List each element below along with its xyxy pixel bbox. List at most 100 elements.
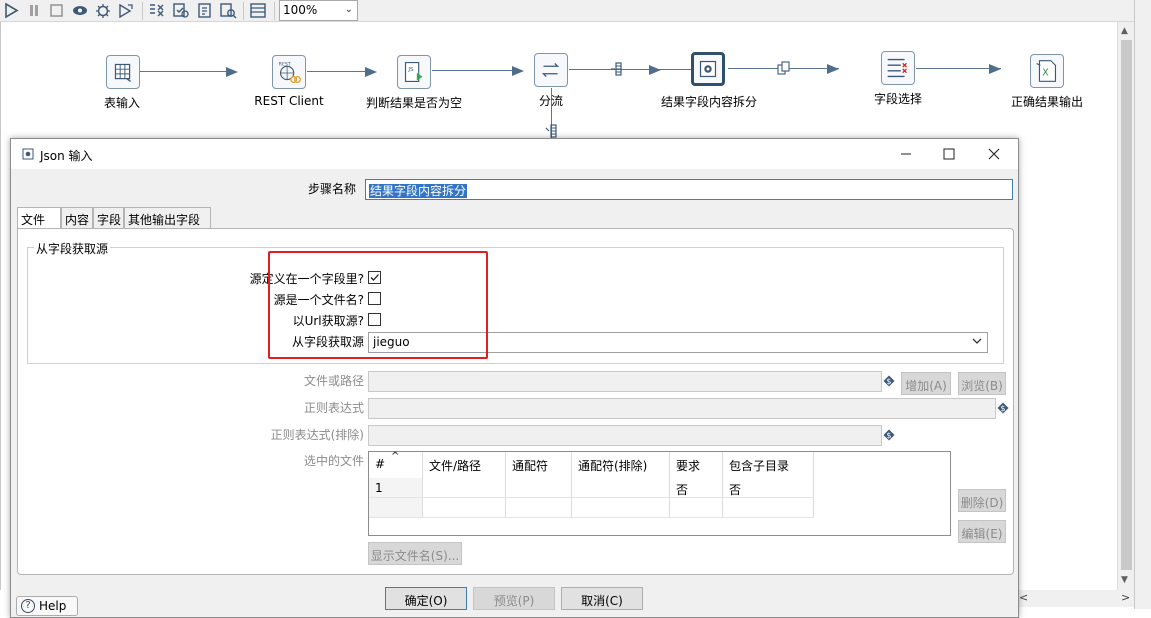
dialog-titlebar[interactable]: Json 输入: [11, 139, 1018, 169]
help-icon: ?: [21, 599, 35, 613]
run-icon[interactable]: [2, 2, 20, 19]
svg-text:$: $: [1000, 404, 1005, 413]
edit-button[interactable]: 编辑(E): [958, 520, 1006, 543]
canvas-vertical-scrollbar[interactable]: ▲ ▼: [1117, 22, 1134, 590]
debug-icon[interactable]: [94, 2, 112, 19]
json-input-dialog: Json 输入 步骤名称 结果字段内容拆分 文件 内容 字段 其他输出字段 从字…: [10, 138, 1019, 618]
step-javascript[interactable]: JS: [397, 55, 431, 89]
close-icon[interactable]: [984, 145, 1004, 163]
scroll-up-icon[interactable]: ▲: [1121, 26, 1128, 36]
browse-button[interactable]: 浏览(B): [958, 372, 1006, 395]
zoom-value: 100%: [283, 3, 318, 17]
preview-button[interactable]: 预览(P): [473, 587, 555, 610]
column-header-include-subfolders[interactable]: 包含子目录: [723, 452, 814, 478]
selected-files-table[interactable]: # ^ 文件/路径 通配符 通配符(排除) 要求 包含子目录 1 否 否: [368, 451, 951, 536]
column-header-wildcard-exclude[interactable]: 通配符(排除): [572, 452, 670, 478]
table-cell[interactable]: [572, 478, 670, 498]
maximize-icon[interactable]: [939, 145, 959, 163]
tab-fields[interactable]: 字段: [93, 207, 124, 228]
sql-icon[interactable]: [196, 2, 214, 19]
hop-arrow-icon: [989, 64, 1001, 74]
table-cell[interactable]: [423, 478, 506, 498]
table-cell[interactable]: 否: [723, 478, 814, 498]
svg-text:$: $: [886, 377, 891, 386]
column-header-file-path[interactable]: 文件/路径: [423, 452, 506, 478]
ok-button[interactable]: 确定(O): [385, 587, 467, 610]
column-header-required[interactable]: 要求: [670, 452, 723, 478]
cancel-button[interactable]: 取消(C): [561, 587, 643, 610]
zoom-select[interactable]: 100% ⌄: [279, 0, 358, 21]
verify-icon[interactable]: [148, 2, 166, 19]
table-cell[interactable]: [506, 478, 572, 498]
column-header-wildcard[interactable]: 通配符: [506, 452, 572, 478]
canvas-horizontal-scrollbar[interactable]: < >: [1017, 590, 1134, 607]
scroll-left-icon[interactable]: <: [1019, 591, 1028, 604]
step-label: 表输入: [103, 96, 141, 110]
show-filenames-button[interactable]: 显示文件名(S)...: [368, 542, 462, 565]
hop-line[interactable]: [140, 71, 228, 72]
variable-icon[interactable]: $: [883, 429, 895, 441]
help-label: Help: [39, 599, 67, 613]
add-button[interactable]: 增加(A): [901, 372, 951, 395]
step-rest-client[interactable]: REST: [272, 55, 306, 89]
delete-button[interactable]: 删除(D): [958, 489, 1006, 512]
regex-exclude-input[interactable]: [368, 425, 882, 446]
tab-additional-output-fields[interactable]: 其他输出字段: [124, 207, 211, 228]
sort-ascending-icon: ^: [391, 451, 400, 462]
table-header[interactable]: # ^: [369, 451, 423, 478]
regex-exclude-label: 正则表达式(排除): [270, 428, 364, 442]
scroll-down-icon[interactable]: ▼: [1121, 575, 1128, 585]
explore-db-icon[interactable]: [219, 2, 237, 19]
tab-file[interactable]: 文件: [17, 207, 61, 229]
step-switch[interactable]: [534, 53, 568, 87]
stop-icon[interactable]: [48, 2, 66, 19]
table-cell[interactable]: [369, 498, 423, 518]
distribute-rows-icon: [777, 61, 791, 75]
table-input-icon: [114, 63, 131, 82]
table-cell[interactable]: 否: [670, 478, 723, 498]
step-label: 结果字段内容拆分: [660, 95, 758, 109]
analyze-impact-icon[interactable]: [172, 2, 190, 19]
pause-icon[interactable]: [25, 2, 43, 19]
hop-line[interactable]: [569, 69, 691, 70]
step-json-input[interactable]: [691, 52, 725, 86]
variable-icon[interactable]: $: [883, 375, 895, 387]
hop-line[interactable]: [307, 71, 367, 72]
json-input-icon: [699, 60, 717, 78]
svg-text:X: X: [1042, 68, 1049, 79]
preview-icon[interactable]: [71, 2, 89, 19]
file-path-label: 文件或路径: [303, 374, 364, 388]
table-cell[interactable]: [506, 498, 572, 518]
excel-output-icon: X: [1036, 60, 1057, 82]
regex-input[interactable]: [368, 398, 996, 419]
minimize-icon[interactable]: [896, 145, 916, 163]
step-label: REST Client: [254, 94, 324, 108]
scrollbar-thumb[interactable]: [1121, 40, 1132, 570]
scroll-right-icon[interactable]: >: [1121, 591, 1130, 604]
hop-line[interactable]: [432, 70, 514, 71]
step-excel-output[interactable]: X: [1030, 54, 1064, 88]
step-name-value: 结果字段内容拆分: [369, 184, 468, 198]
tab-content[interactable]: 内容: [61, 207, 93, 228]
svg-text:$: $: [886, 431, 891, 440]
dialog-title: Json 输入: [40, 149, 93, 163]
rest-client-icon: REST: [279, 61, 301, 84]
hop-arrow-icon: [226, 67, 238, 77]
file-tab-panel: 从字段获取源 源定义在一个字段里? 源是一个文件名? 以Url获取源? 从字段获…: [17, 228, 1014, 575]
table-cell[interactable]: 1: [369, 478, 423, 498]
step-table-input[interactable]: [106, 55, 140, 89]
variable-icon[interactable]: $: [997, 402, 1009, 414]
step-name-input[interactable]: 结果字段内容拆分: [365, 179, 1013, 200]
table-cell[interactable]: [423, 498, 506, 518]
hop-arrow-icon: [649, 65, 661, 75]
table-cell[interactable]: [723, 498, 814, 518]
help-button[interactable]: ? Help: [16, 596, 78, 616]
results-panel-icon[interactable]: [249, 2, 267, 19]
source-from-field-group: 从字段获取源 源定义在一个字段里? 源是一个文件名? 以Url获取源? 从字段获…: [27, 240, 1004, 364]
chevron-down-icon: [972, 338, 982, 344]
file-path-input[interactable]: [368, 371, 882, 392]
table-cell[interactable]: [572, 498, 670, 518]
replay-icon[interactable]: [117, 2, 135, 19]
step-select-values[interactable]: [881, 51, 915, 85]
table-cell[interactable]: [670, 498, 723, 518]
